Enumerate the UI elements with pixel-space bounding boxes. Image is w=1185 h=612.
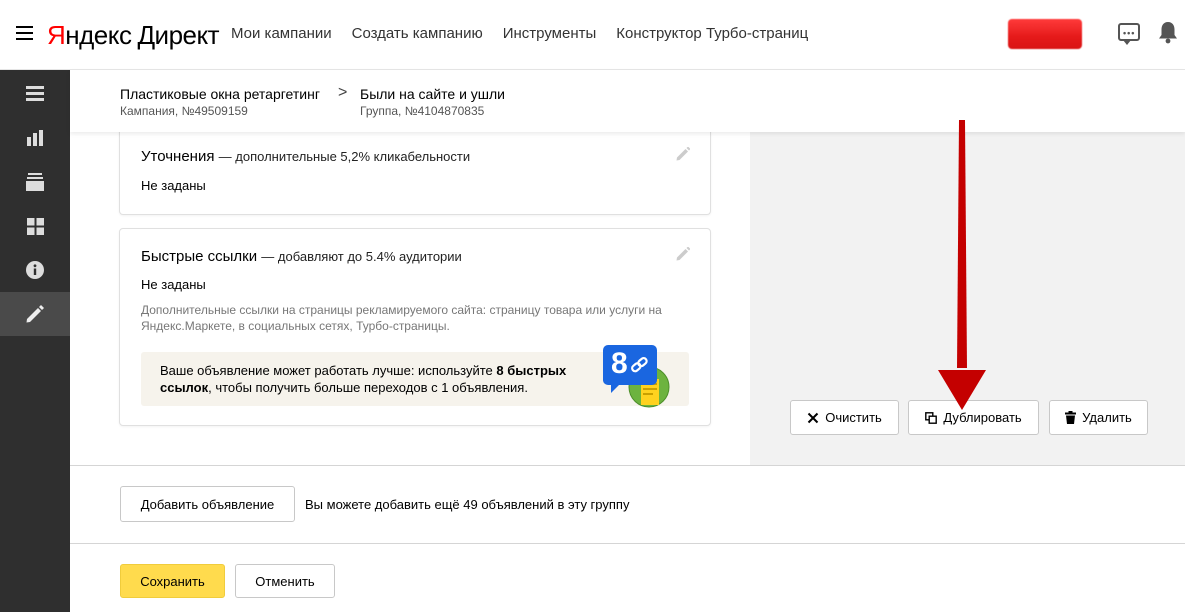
- logo-direct: Директ: [137, 20, 220, 50]
- divider: [70, 543, 1185, 544]
- statistics-icon[interactable]: [0, 116, 70, 160]
- menu-list-icon[interactable]: [0, 72, 70, 116]
- main-nav: Мои кампании Создать кампанию Инструмент…: [231, 25, 808, 42]
- campaign-title: Пластиковые окна ретаргетинг: [120, 86, 320, 102]
- campaign-number: Кампания, №49509159: [120, 104, 248, 118]
- clear-button-label: Очистить: [825, 410, 882, 425]
- refinements-title-row: Уточнения — дополнительные 5,2% кликабел…: [141, 148, 470, 165]
- breadcrumb-group[interactable]: Были на сайте и ушли Группа, №4104870835: [360, 86, 505, 118]
- duplicate-button[interactable]: Дублировать: [908, 400, 1039, 435]
- badge-number: 8: [611, 347, 628, 380]
- layers-icon[interactable]: [0, 160, 70, 204]
- close-icon: [807, 412, 819, 423]
- save-button[interactable]: Сохранить: [120, 564, 225, 598]
- grid-icon[interactable]: [0, 204, 70, 248]
- edit-pencil-icon[interactable]: [676, 147, 690, 161]
- promo-text: Ваше объявление может работать лучше: ис…: [160, 362, 600, 396]
- duplicate-icon: [925, 411, 938, 424]
- refinements-subtitle: — дополнительные 5,2% кликабельности: [218, 149, 471, 164]
- chevron-right-icon: >: [338, 84, 348, 101]
- info-icon[interactable]: [0, 248, 70, 292]
- breadcrumb: Пластиковые окна ретаргетинг Кампания, №…: [70, 70, 1185, 132]
- logo-ndex: ндекс: [65, 20, 132, 50]
- quicklinks-card: Быстрые ссылки — добавляют до 5.4% аудит…: [119, 228, 711, 426]
- quicklinks-title: Быстрые ссылки: [141, 248, 258, 265]
- trash-icon: [1065, 411, 1077, 424]
- delete-button[interactable]: Удалить: [1049, 400, 1148, 435]
- breadcrumb-campaign[interactable]: Пластиковые окна ретаргетинг Кампания, №…: [120, 86, 320, 118]
- refinements-card: Уточнения — дополнительные 5,2% кликабел…: [119, 128, 711, 215]
- group-title: Были на сайте и ушли: [360, 86, 506, 102]
- promo-text-part1: Ваше объявление может работать лучше: ис…: [160, 363, 497, 378]
- quicklinks-description: Дополнительные ссылки на страницы реклам…: [141, 303, 662, 333]
- refinements-title: Уточнения: [141, 148, 215, 165]
- hamburger-menu-icon[interactable]: [16, 26, 33, 40]
- group-number: Группа, №4104870835: [360, 104, 485, 118]
- chat-dots: •••: [1123, 28, 1136, 38]
- nav-my-campaigns[interactable]: Мои кампании: [231, 25, 332, 42]
- top-header: Яндекс Директ Мои кампании Создать кампан…: [0, 0, 1185, 70]
- quicklinks-title-row: Быстрые ссылки — добавляют до 5.4% аудит…: [141, 248, 462, 265]
- refinements-value: Не заданы: [141, 178, 206, 193]
- left-sidebar: [0, 70, 70, 612]
- logo-ya: Я: [47, 20, 66, 50]
- delete-button-label: Удалить: [1082, 410, 1132, 425]
- promo-text-part2: , чтобы получить больше переходов с 1 об…: [208, 380, 528, 395]
- user-account-button[interactable]: [1008, 19, 1082, 49]
- duplicate-button-label: Дублировать: [943, 410, 1022, 425]
- nav-create-campaign[interactable]: Создать кампанию: [352, 25, 483, 42]
- chat-icon[interactable]: •••: [1118, 23, 1140, 45]
- cancel-button[interactable]: Отменить: [235, 564, 335, 598]
- nav-tools[interactable]: Инструменты: [503, 25, 597, 42]
- add-ad-button[interactable]: Добавить объявление: [120, 486, 295, 522]
- quicklinks-subtitle: — добавляют до 5.4% аудитории: [261, 249, 462, 264]
- divider: [70, 465, 1185, 466]
- quicklinks-badge-illustration: 8: [601, 345, 673, 413]
- quicklinks-value: Не заданы: [141, 277, 206, 292]
- bell-icon[interactable]: [1157, 20, 1179, 44]
- yandex-direct-logo[interactable]: Яндекс Директ: [47, 20, 220, 51]
- add-ad-hint: Вы можете добавить ещё 49 объявлений в э…: [305, 497, 630, 512]
- clear-button[interactable]: Очистить: [790, 400, 899, 435]
- edit-pencil-icon[interactable]: [676, 247, 690, 261]
- nav-turbo-constructor[interactable]: Конструктор Турбо-страниц: [616, 25, 808, 42]
- edit-icon[interactable]: [0, 292, 70, 336]
